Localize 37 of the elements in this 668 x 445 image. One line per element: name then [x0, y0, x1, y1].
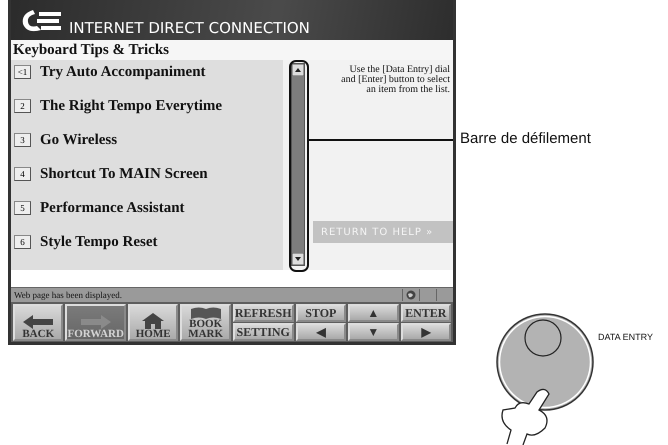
tip-link[interactable]: Go Wireless: [40, 132, 118, 148]
help-text: Use the [Data Entry] dial and [Enter] button to select an item from the list.: [341, 65, 450, 95]
right-arrow-icon: [80, 315, 111, 329]
toolbar-button[interactable]: SETTING: [232, 323, 294, 341]
number-key[interactable]: 6: [14, 235, 31, 249]
toolbar-button[interactable]: ◀: [296, 323, 346, 341]
toolbar-button[interactable]: ▲: [348, 304, 399, 322]
scroll-down-icon[interactable]: [292, 253, 304, 265]
book-icon: [190, 307, 221, 319]
tip-link[interactable]: Style Tempo Reset: [40, 234, 158, 250]
status-message: Web page has been displayed.: [13, 290, 123, 300]
tip-link[interactable]: Try Auto Accompaniment: [40, 64, 206, 80]
house-icon: [142, 313, 164, 329]
toolbar-button[interactable]: REFRESH: [232, 304, 294, 322]
page-title: Keyboard Tips & Tricks: [11, 40, 453, 60]
dial-label: DATA ENTRY: [598, 332, 654, 342]
toolbar-button[interactable]: STOP: [296, 304, 346, 322]
toolbar-button[interactable]: ▼: [348, 323, 399, 341]
tip-link[interactable]: Performance Assistant: [40, 200, 185, 216]
left-arrow-icon: [23, 315, 54, 329]
header-title: INTERNET DIRECT CONNECTION: [69, 20, 310, 36]
scroll-bar[interactable]: [291, 63, 305, 266]
number-key[interactable]: 3: [14, 133, 31, 147]
scroll-up-icon[interactable]: [292, 64, 304, 76]
toolbar-button[interactable]: ▶: [400, 323, 451, 341]
toolbar-button[interactable]: BACK: [13, 304, 64, 341]
callout-label: Barre de défilement: [460, 130, 591, 147]
number-key[interactable]: 4: [14, 167, 31, 181]
toolbar-button[interactable]: ENTER: [400, 304, 451, 322]
tip-link[interactable]: The Right Tempo Everytime: [40, 98, 222, 114]
number-key[interactable]: <1: [14, 65, 31, 79]
number-key[interactable]: 2: [14, 99, 31, 113]
tip-link[interactable]: Shortcut To MAIN Screen: [40, 166, 208, 182]
toolbar-button[interactable]: BOOK MARK: [180, 304, 231, 341]
toolbar-button[interactable]: HOME: [128, 304, 178, 341]
globe-icon: [406, 290, 416, 300]
number-key[interactable]: 5: [14, 201, 31, 215]
